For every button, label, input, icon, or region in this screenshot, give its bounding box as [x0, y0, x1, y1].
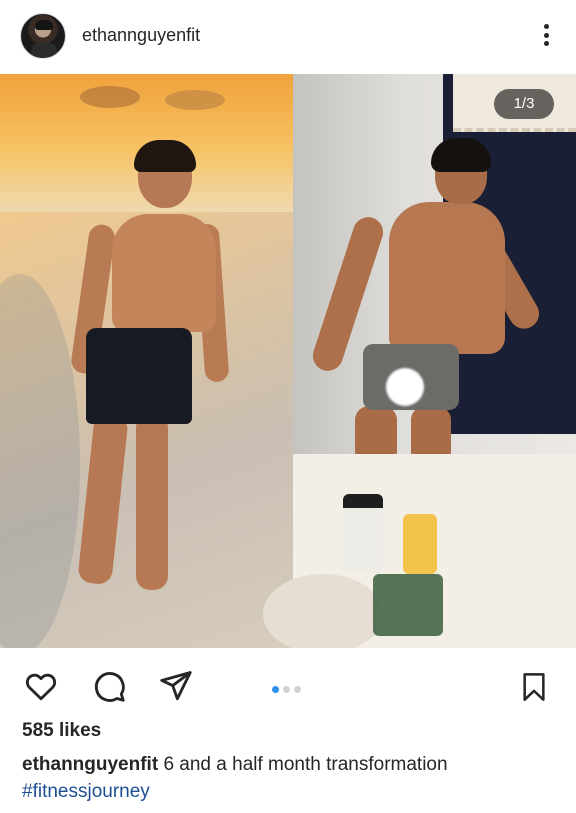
- sink: [263, 574, 383, 648]
- cloud: [165, 90, 225, 110]
- carousel-dot-active: [272, 686, 279, 693]
- carousel-dots: [272, 680, 312, 693]
- username[interactable]: ethannguyenfit: [82, 25, 200, 46]
- bookmark-icon[interactable]: [518, 668, 550, 706]
- comment-bubble-icon[interactable]: [90, 668, 128, 704]
- post-media-carousel[interactable]: 1/3: [0, 74, 576, 648]
- avatar-hair: [35, 20, 53, 30]
- action-bar: [0, 648, 576, 718]
- profile-avatar[interactable]: [20, 13, 66, 59]
- carousel-counter-badge: 1/3: [494, 89, 554, 119]
- cloud: [80, 86, 140, 108]
- mirror-selfie-after-photo: [263, 74, 576, 648]
- bottle: [473, 464, 513, 574]
- post-caption: ethannguyenfit 6 and a half month transf…: [22, 751, 562, 805]
- bottle: [343, 494, 383, 572]
- heart-icon[interactable]: [22, 668, 60, 704]
- paper-plane-icon[interactable]: [158, 668, 194, 704]
- censor-blur: [386, 368, 424, 406]
- caption-text: 6 and a half month transformation: [163, 754, 448, 775]
- likes-count[interactable]: 585 likes: [22, 720, 101, 742]
- carousel-dot: [283, 686, 290, 693]
- caption-username[interactable]: ethannguyenfit: [22, 754, 158, 775]
- hashtag-link[interactable]: #fitnessjourney: [22, 778, 562, 805]
- bottle: [403, 514, 437, 574]
- avatar-torso: [31, 42, 57, 58]
- toiletry-bag: [373, 574, 443, 636]
- more-vertical-icon[interactable]: [544, 24, 550, 48]
- carousel-dot: [294, 686, 301, 693]
- beach-sunset-before-photo: [0, 74, 293, 648]
- post-header: ethannguyenfit: [0, 0, 576, 74]
